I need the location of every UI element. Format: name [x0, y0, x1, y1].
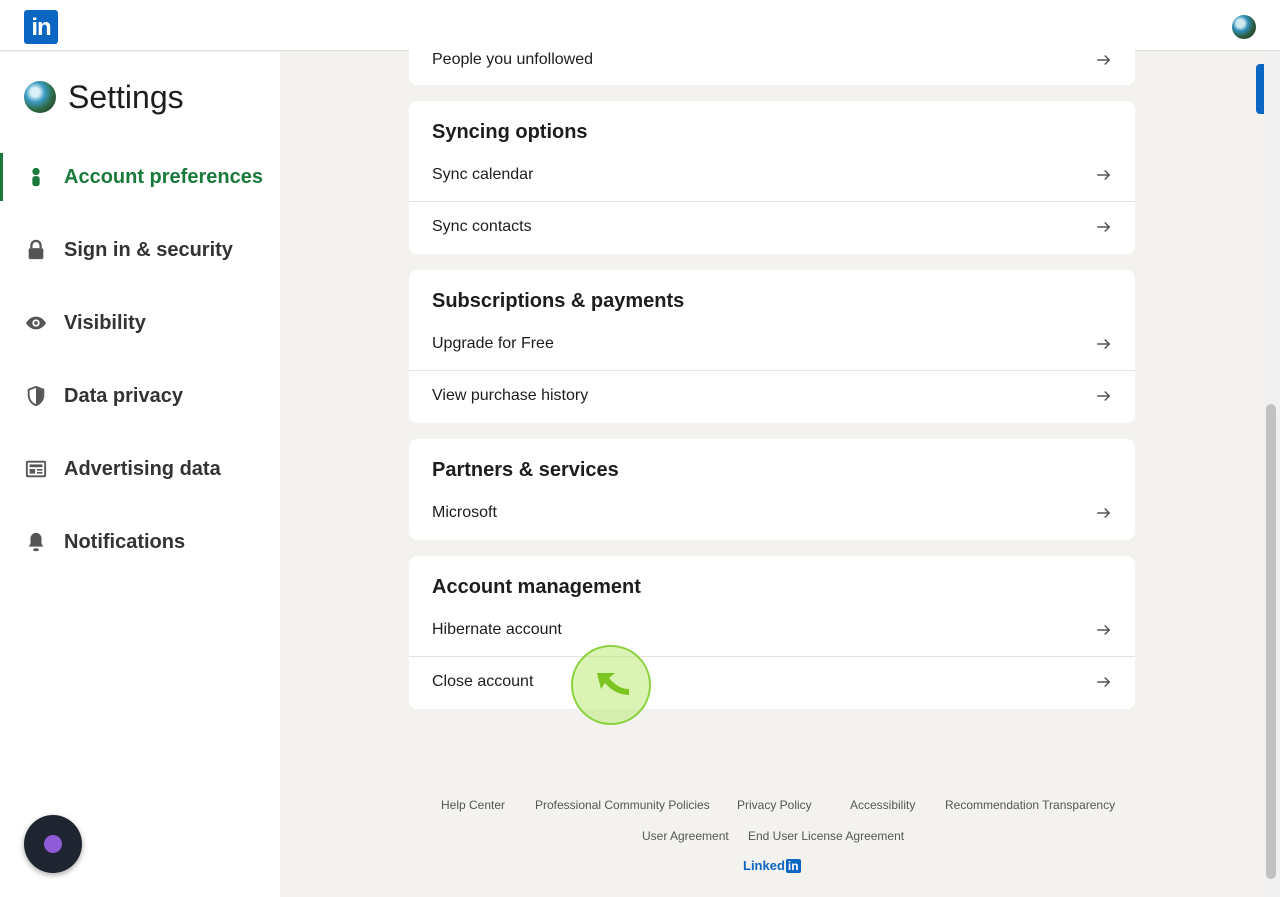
row-sync-calendar[interactable]: Sync calendar: [409, 150, 1135, 202]
brand-in-badge: in: [785, 858, 801, 873]
scrollbar-thumb[interactable]: [1266, 404, 1276, 879]
row-upgrade-free[interactable]: Upgrade for Free: [409, 319, 1135, 371]
linkedin-logo[interactable]: in: [24, 10, 58, 44]
row-purchase-history[interactable]: View purchase history: [409, 370, 1135, 423]
arrow-right-icon: [1097, 221, 1111, 233]
profile-avatar[interactable]: [1232, 15, 1256, 39]
sidebar-item-label: Account preferences: [64, 165, 263, 188]
assistant-dot-icon: [44, 835, 62, 853]
section-title: Account management: [432, 576, 641, 598]
lock-icon: [24, 238, 48, 262]
sidebar-item-data-privacy[interactable]: Data privacy: [0, 372, 280, 420]
sidebar-item-label: Visibility: [64, 311, 146, 334]
brand-word: Linked: [743, 858, 785, 873]
shield-icon: [24, 384, 48, 408]
sidebar-item-label: Notifications: [64, 530, 186, 553]
arrow-right-icon: [1097, 390, 1111, 402]
card-account-management: Account management Hibernate account Clo…: [409, 556, 1135, 709]
row-label: View purchase history: [432, 387, 589, 404]
row-people-unfollowed[interactable]: People you unfollowed: [409, 34, 1135, 85]
row-microsoft[interactable]: Microsoft: [409, 488, 1135, 540]
footer-link-privacy-policy[interactable]: Privacy Policy: [737, 798, 812, 812]
page-title: Settings: [68, 78, 184, 115]
row-label: Microsoft: [432, 504, 497, 521]
section-title: Syncing options: [432, 121, 588, 143]
row-label: Sync calendar: [432, 166, 534, 183]
bell-icon: [24, 530, 48, 554]
footer-link-help-center[interactable]: Help Center: [441, 798, 505, 812]
arrow-right-icon: [1097, 338, 1111, 350]
row-hibernate-account[interactable]: Hibernate account: [409, 605, 1135, 657]
footer-linkedin-logo: Linked in: [743, 858, 801, 873]
scrollbar[interactable]: [1264, 52, 1280, 897]
newspaper-icon: [24, 457, 48, 481]
footer-link-accessibility[interactable]: Accessibility: [850, 798, 915, 812]
row-label: Hibernate account: [432, 621, 562, 638]
arrow-right-icon: [1097, 507, 1111, 519]
sidebar-item-sign-in-security[interactable]: Sign in & security: [0, 226, 280, 274]
card-syncing-options: Syncing options Sync calendar Sync conta…: [409, 101, 1135, 254]
sidebar-item-visibility[interactable]: Visibility: [0, 299, 280, 347]
settings-sidebar: Settings Account preferences Sign in & s…: [0, 52, 280, 897]
row-label: Close account: [432, 673, 534, 690]
sidebar-item-notifications[interactable]: Notifications: [0, 518, 280, 566]
eye-icon: [24, 311, 48, 335]
section-title: Subscriptions & payments: [432, 290, 685, 312]
footer-link-user-agreement[interactable]: User Agreement: [642, 829, 729, 843]
sidebar-item-account-preferences[interactable]: Account preferences: [0, 153, 280, 201]
footer-link-community-policies[interactable]: Professional Community Policies: [535, 798, 710, 812]
floating-assistant-button[interactable]: [24, 815, 82, 873]
row-label: Sync contacts: [432, 218, 532, 235]
section-title: Partners & services: [432, 459, 619, 481]
person-icon: [24, 165, 48, 189]
row-label: People you unfollowed: [432, 51, 594, 68]
card-partners-services: Partners & services Microsoft: [409, 439, 1135, 540]
arrow-right-icon: [1097, 676, 1111, 688]
card-subscriptions-payments: Subscriptions & payments Upgrade for Fre…: [409, 270, 1135, 423]
card-partial: People you unfollowed: [409, 34, 1135, 85]
footer-link-eula[interactable]: End User License Agreement: [748, 829, 904, 843]
avatar: [24, 81, 56, 113]
arrow-right-icon: [1097, 169, 1111, 181]
row-close-account[interactable]: Close account: [409, 656, 1135, 709]
footer-link-recommendation-transparency[interactable]: Recommendation Transparency: [945, 798, 1115, 812]
sidebar-item-label: Data privacy: [64, 384, 183, 407]
sidebar-item-label: Advertising data: [64, 457, 221, 480]
settings-header: Settings: [24, 78, 184, 115]
sidebar-item-label: Sign in & security: [64, 238, 233, 261]
cursor-arrow-icon: [597, 673, 629, 695]
row-sync-contacts[interactable]: Sync contacts: [409, 201, 1135, 254]
sidebar-item-advertising-data[interactable]: Advertising data: [0, 445, 280, 493]
scroll-indicator: [1256, 64, 1264, 114]
arrow-right-icon: [1097, 54, 1111, 66]
row-label: Upgrade for Free: [432, 335, 554, 352]
arrow-right-icon: [1097, 624, 1111, 636]
click-highlight-cursor: [571, 645, 651, 725]
